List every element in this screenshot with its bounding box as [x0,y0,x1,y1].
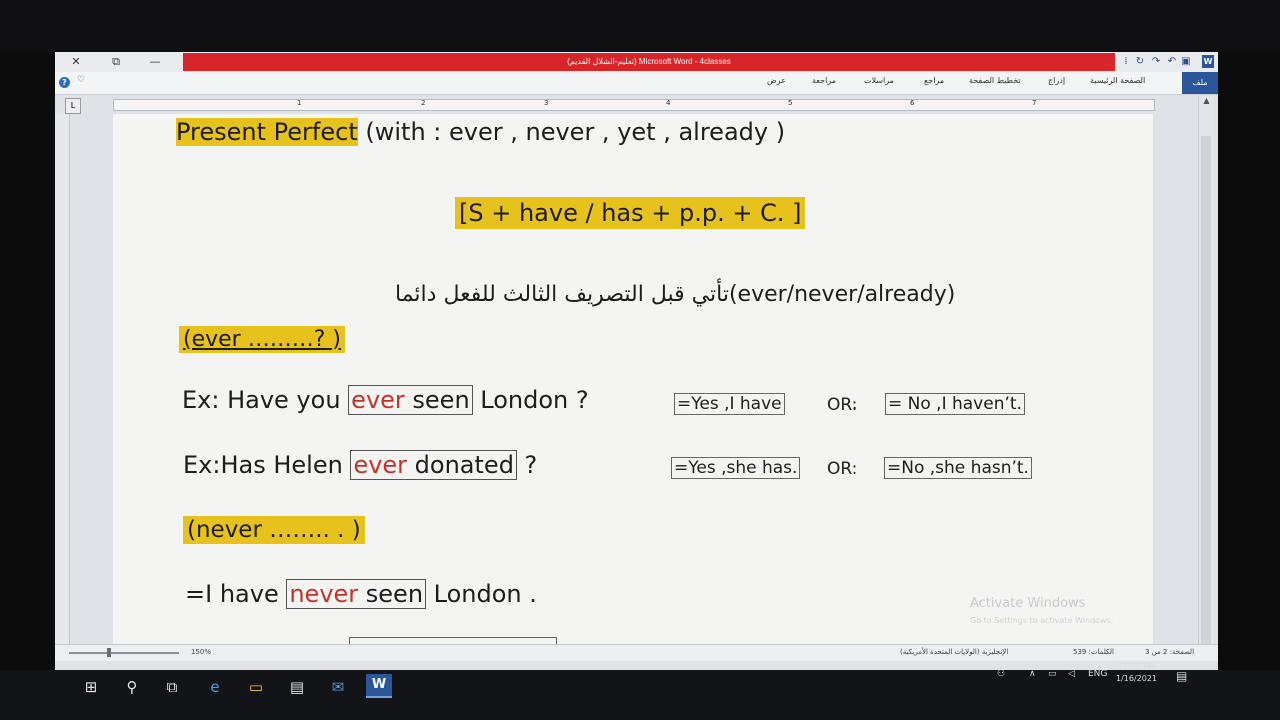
word-taskbar-icon[interactable]: W [366,674,392,698]
heading-rest: (with : ever , never , yet , already ) [357,118,786,146]
tab-insert[interactable]: إدراج [1048,76,1065,85]
ever-label: (ever ………? ) [179,326,345,353]
store-icon[interactable]: ▤ [284,676,310,698]
undo-icon[interactable]: ↶ [1165,54,1179,69]
arabic-rule: تأتي قبل التصريف الثالث للفعل دائما [395,282,729,307]
tab-selector[interactable]: L [65,98,81,114]
arabic-rule-latin: (ever/never/already) [728,282,956,307]
word-window: ✕ ⧉ — (تعليم-الشلال القديم) Microsoft Wo… [55,52,1218,670]
mail-icon[interactable]: ✉ [325,676,351,698]
save-icon[interactable]: ▣ [1179,54,1193,69]
help-icon[interactable]: ? [59,77,70,88]
scroll-thumb[interactable] [1201,136,1211,656]
word-logo-icon: W [1202,55,1214,68]
activate-windows-title: Activate Windows [970,596,1086,611]
ex2-box: ever donated [350,450,517,480]
customize-qat-icon[interactable]: ⁞ [1119,54,1133,69]
ex1-pre: Ex: Have you [182,386,349,414]
ex2-pre: Ex:Has Helen [183,451,351,479]
horizontal-ruler[interactable]: 1 2 3 4 5 6 7 [113,99,1155,111]
ex1-red: ever [351,386,405,414]
tab-file[interactable]: ملف [1182,72,1218,94]
zoom-slider[interactable] [69,652,179,654]
minimize-button[interactable]: — [144,54,166,70]
ex2-or: OR: [827,459,858,479]
word-count[interactable]: الكلمات: 539 [1073,648,1114,656]
tab-references[interactable]: مراجع [924,76,944,85]
scroll-up-icon[interactable]: ▲ [1201,96,1212,108]
tab-mailings[interactable]: مراسلات [864,76,894,85]
start-icon[interactable]: ⊞ [78,676,104,698]
vertical-ruler[interactable] [55,114,70,644]
refresh-icon[interactable]: ↻ [1133,54,1147,69]
ex3-box: never seen [286,579,427,609]
clock-time: 11:25 PM [1117,662,1156,671]
ex1-box: ever seen [348,385,473,415]
activate-windows-subtitle: Go to Settings to activate Windows. [970,616,1114,625]
redo-icon[interactable]: ↷ [1149,54,1163,69]
ex1-or: OR: [827,395,858,415]
notifications-icon[interactable]: ▤ [1176,669,1187,683]
ribbon-tabs: ? ♡ عرض مراجعة مراسلات مراجع تخطيط الصفح… [55,72,1218,95]
show-hidden-icons-icon[interactable]: ∧ [1029,669,1036,679]
people-icon[interactable]: ⚇ [997,669,1005,679]
file-explorer-icon[interactable]: ▭ [243,676,269,698]
formula: [S + have / has + p.p. + C. ] [455,197,806,229]
tab-view[interactable]: عرض [767,76,786,85]
arabic-rule-line: تأتي قبل التصريف الثالث للفعل دائما(ever… [395,282,955,307]
page-number[interactable]: الصفحة: 2 من 3 [1145,648,1194,656]
language-status[interactable]: الإنجليزية (الولايات المتحدة الأمريكية) [900,648,1008,656]
ex3-boxed-rest: seen [358,580,424,608]
monitor-bezel [0,0,1280,52]
ex2-red: ever [353,451,408,479]
ruler-number: 1 [297,99,302,107]
ex3-post: London . [426,580,537,608]
tab-page-layout[interactable]: تخطيط الصفحة [969,76,1021,85]
ex1-yes: =Yes ,I have [674,393,785,415]
heading-line: Present Perfect (with : ever , never , y… [176,118,785,146]
title-bar: ✕ ⧉ — (تعليم-الشلال القديم) Microsoft Wo… [55,52,1218,72]
heading-highlight: Present Perfect [176,118,358,146]
clock-date: 1/16/2021 [1116,674,1158,683]
never-label: (never …….. . ) [183,516,365,544]
ex1-post: London ? [472,386,589,414]
vertical-scrollbar[interactable]: ▲ [1198,96,1214,656]
tab-home[interactable]: الصفحة الرئيسية [1090,76,1145,85]
tab-review[interactable]: مراجعة [812,76,836,85]
ex1-boxed-rest: seen [404,386,470,414]
status-bar: 150% الإنجليزية (الولايات المتحدة الأمري… [55,644,1218,661]
example-2: Ex:Has Helen ever donated ? [183,450,538,480]
task-view-icon[interactable]: ⧉ [159,676,185,698]
volume-icon[interactable]: ◁ [1068,669,1075,679]
ex1-no: = No ,I haven’t. [885,393,1025,415]
ex2-post: ? [516,451,538,479]
ruler-number: 5 [788,99,793,107]
ruler-number: 2 [421,99,426,107]
ex3-red: never [289,580,359,608]
document-page[interactable]: Present Perfect (with : ever , never , y… [113,114,1153,654]
example-1: Ex: Have you ever seen London ? [182,385,589,415]
window-title: (تعليم-الشلال القديم) Microsoft Word - 4… [567,57,731,66]
ruler-number: 6 [910,99,915,107]
example-3: =I have never seen London . [185,579,537,609]
ex2-boxed-rest: donated [407,451,514,479]
edge-icon[interactable]: e [202,676,228,698]
restore-button[interactable]: ⧉ [105,54,127,70]
zoom-knob[interactable] [107,648,111,657]
ruler-number: 4 [666,99,671,107]
battery-icon[interactable]: ▭ [1048,669,1057,679]
close-button[interactable]: ✕ [65,54,87,70]
zoom-level[interactable]: 150% [191,648,211,656]
collapse-ribbon-icon[interactable]: ♡ [77,75,85,85]
ex2-no: =No ,she hasn’t. [884,457,1032,479]
ruler-number: 3 [544,99,549,107]
search-icon[interactable]: ⚲ [119,676,145,698]
ruler-number: 7 [1032,99,1037,107]
ex2-yes: =Yes ,she has. [671,457,801,479]
title-strip: (تعليم-الشلال القديم) Microsoft Word - 4… [183,53,1115,71]
input-language[interactable]: ENG [1088,669,1107,679]
clock[interactable]: 11:25 PM 1/16/2021 [1116,661,1157,685]
ex3-pre: =I have [185,580,287,608]
